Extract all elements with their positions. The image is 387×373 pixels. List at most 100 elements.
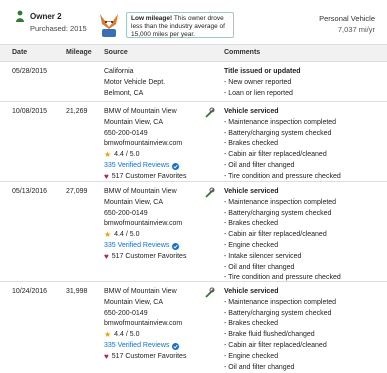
comment-heading: Vehicle serviced xyxy=(224,288,279,295)
person-icon xyxy=(16,10,24,22)
verified-check-icon xyxy=(172,162,180,170)
row-source: BMW of Mountain View Mountain View, CA 6… xyxy=(104,287,186,363)
owner-title: Owner 2 xyxy=(30,12,62,21)
comment-line: - Loan or lien reported xyxy=(224,89,293,97)
header-mileage: Mileage xyxy=(66,49,92,56)
comment-line: - Brakes checked xyxy=(224,140,279,148)
carfax-fox-icon xyxy=(100,14,118,37)
rating: ★ 4.4 / 5.0 xyxy=(104,330,186,341)
row-comments: Vehicle serviced - Maintenance inspectio… xyxy=(224,107,341,183)
service-wrench-icon xyxy=(205,107,215,118)
source-line: BMW of Mountain View xyxy=(104,108,177,115)
verified-reviews-link[interactable]: 335 Verified Reviews xyxy=(104,241,169,252)
favorites-count: 517 Customer Favorites xyxy=(111,252,187,260)
comment-line: - Brake fluid flushed/changed xyxy=(224,331,315,339)
row-source: BMW of Mountain View Mountain View, CA 6… xyxy=(104,187,186,263)
comment-line: - Engine checked xyxy=(224,352,279,360)
row-date: 05/13/2016 xyxy=(12,188,48,195)
source-line: Mountain View, CA xyxy=(104,118,164,126)
verified-reviews[interactable]: 335 Verified Reviews xyxy=(104,341,186,352)
comment-heading: Title issued or updated xyxy=(224,68,301,75)
comment-line: - Brakes checked xyxy=(224,220,279,228)
row-source: California Motor Vehicle Dept. Belmont, … xyxy=(104,67,165,99)
source-line: Mountain View, CA xyxy=(104,198,164,206)
comment-line: - New owner reported xyxy=(224,78,292,86)
comment-line: - Cabin air filter replaced/cleaned xyxy=(224,341,327,349)
rating: ★ 4.4 / 5.0 xyxy=(104,150,186,161)
row-date: 05/28/2015 xyxy=(12,68,48,75)
verified-reviews-link[interactable]: 335 Verified Reviews xyxy=(104,341,169,352)
service-wrench-icon xyxy=(205,287,215,298)
comment-heading: Vehicle serviced xyxy=(224,108,279,115)
star-icon: ★ xyxy=(104,150,112,160)
callout-bold: Low mileage! xyxy=(131,15,173,22)
source-line: bmwofmountainview.com xyxy=(104,320,183,328)
comment-heading: Vehicle serviced xyxy=(224,188,279,195)
mileage-rate: 7,037 mi/yr xyxy=(337,25,375,34)
comment-line: - Oil and filter changed xyxy=(224,263,295,271)
heart-icon: ♥ xyxy=(104,251,109,261)
low-mileage-callout: Low mileage! This owner drove less than … xyxy=(126,12,234,38)
comment-line: - Maintenance inspection completed xyxy=(224,298,337,306)
row-date: 10/08/2015 xyxy=(12,108,48,115)
table-row: 05/28/2015 California Motor Vehicle Dept… xyxy=(0,61,387,102)
rating: ★ 4.4 / 5.0 xyxy=(104,230,186,241)
comment-line: - Oil and filter changed xyxy=(224,161,295,169)
customer-favorites: ♥ 517 Customer Favorites xyxy=(104,352,186,363)
row-mileage: 21,269 xyxy=(66,108,88,115)
star-icon: ★ xyxy=(104,330,112,340)
header-date: Date xyxy=(12,49,28,56)
source-line: 650-200-0149 xyxy=(104,129,148,137)
table-row: 10/08/2015 21,269 BMW of Mountain View M… xyxy=(0,101,387,182)
header-comments: Comments xyxy=(224,49,261,56)
comment-line: - Cabin air filter replaced/cleaned xyxy=(224,151,327,159)
header-source: Source xyxy=(104,49,128,56)
source-line: 650-200-0149 xyxy=(104,309,148,317)
rating-value: 4.4 / 5.0 xyxy=(114,231,140,239)
comment-line: - Battery/charging system checked xyxy=(224,129,332,137)
comment-line: - Oil and filter changed xyxy=(224,363,295,371)
favorites-count: 517 Customer Favorites xyxy=(111,352,187,360)
service-wrench-icon xyxy=(205,187,215,198)
comment-line: - Engine checked xyxy=(224,241,279,249)
table-row: 10/24/2016 31,998 BMW of Mountain View M… xyxy=(0,281,387,371)
source-line: 650-200-0149 xyxy=(104,209,148,217)
verified-check-icon xyxy=(172,342,180,350)
source-line: BMW of Mountain View xyxy=(104,188,177,195)
comment-line: - Maintenance inspection completed xyxy=(224,198,337,206)
comment-line: - Battery/charging system checked xyxy=(224,309,332,317)
comment-line: - Maintenance inspection completed xyxy=(224,118,337,126)
heart-icon: ♥ xyxy=(104,351,109,361)
table-row: 05/13/2016 27,099 BMW of Mountain View M… xyxy=(0,181,387,282)
table-header: Date Mileage Source Comments xyxy=(0,44,387,62)
row-source: BMW of Mountain View Mountain View, CA 6… xyxy=(104,107,186,183)
verified-reviews-link[interactable]: 335 Verified Reviews xyxy=(104,161,169,172)
owner-purchased: Purchased: 2015 xyxy=(30,24,87,33)
source-line: BMW of Mountain View xyxy=(104,288,177,295)
row-mileage: 27,099 xyxy=(66,188,88,195)
comment-line: - Battery/charging system checked xyxy=(224,209,332,217)
row-comments: Title issued or updated - New owner repo… xyxy=(224,67,301,99)
rating-value: 4.4 / 5.0 xyxy=(114,151,140,159)
source-line: bmwofmountainview.com xyxy=(104,220,183,228)
row-mileage: 31,998 xyxy=(66,288,88,295)
comment-line: - Brakes checked xyxy=(224,320,279,328)
customer-favorites: ♥ 517 Customer Favorites xyxy=(104,252,186,263)
source-line: Belmont, CA xyxy=(104,89,144,97)
rating-value: 4.4 / 5.0 xyxy=(114,331,140,339)
star-icon: ★ xyxy=(104,230,112,240)
source-line: Motor Vehicle Dept. xyxy=(104,78,166,86)
verified-reviews[interactable]: 335 Verified Reviews xyxy=(104,241,186,252)
verified-reviews[interactable]: 335 Verified Reviews xyxy=(104,161,186,172)
verified-check-icon xyxy=(172,242,180,250)
source-line: Mountain View, CA xyxy=(104,298,164,306)
row-comments: Vehicle serviced - Maintenance inspectio… xyxy=(224,187,341,284)
source-line: California xyxy=(104,68,134,75)
owner-header: Owner 2 Purchased: 2015 Low mileage! Thi… xyxy=(0,0,387,44)
comment-line: - Intake silencer serviced xyxy=(224,252,302,260)
comment-line: - Cabin air filter replaced/cleaned xyxy=(224,231,327,239)
vehicle-type: Personal Vehicle xyxy=(319,14,375,23)
row-comments: Vehicle serviced - Maintenance inspectio… xyxy=(224,287,336,373)
row-date: 10/24/2016 xyxy=(12,288,48,295)
source-line: bmwofmountainview.com xyxy=(104,140,183,148)
